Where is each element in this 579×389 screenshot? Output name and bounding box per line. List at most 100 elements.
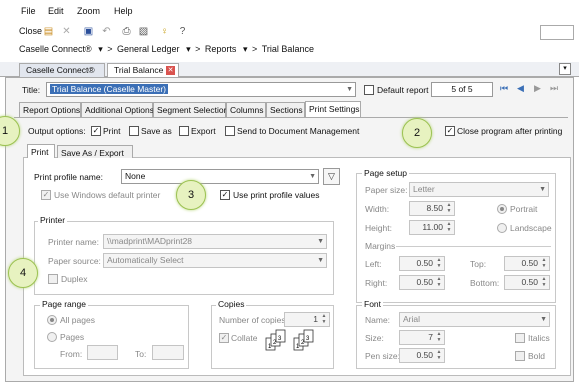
collate-checkbox[interactable]: ✓ xyxy=(219,333,229,343)
menu-zoom[interactable]: Zoom xyxy=(77,6,100,16)
chevron-down-icon: ▼ xyxy=(317,238,324,245)
doc-tab-label: Trial Balance xyxy=(114,65,164,75)
duplex-checkbox[interactable] xyxy=(48,274,58,284)
print-profile-dropdown[interactable]: None ▼ xyxy=(121,169,319,184)
paper-source-dropdown[interactable]: Automatically Select ▼ xyxy=(103,253,327,268)
save-icon[interactable]: ▣ xyxy=(82,25,95,38)
last-record-icon[interactable]: ⏭ xyxy=(550,83,558,94)
menu-bar: File Edit Zoom Help xyxy=(0,6,579,20)
close-tab-icon[interactable]: ✕ xyxy=(166,66,175,75)
font-size-label: Size: xyxy=(365,333,384,343)
tab-report-options[interactable]: Report Options xyxy=(19,102,81,117)
output-options-label: Output options: xyxy=(28,126,86,136)
toolbar-field[interactable] xyxy=(540,25,574,40)
breadcrumb-item-caselle[interactable]: Caselle Connect® xyxy=(19,44,92,54)
spinner-icon[interactable]: ▲ ▼ xyxy=(320,313,328,326)
record-pager: 5 of 5 xyxy=(431,82,493,97)
breadcrumb-item-reports[interactable]: Reports xyxy=(205,44,237,54)
undo-icon[interactable]: ↶ xyxy=(100,25,113,38)
width-input[interactable]: 8.50 ▲ ▼ xyxy=(409,201,455,216)
delete-icon[interactable]: ✕ xyxy=(60,25,73,38)
print-icon[interactable]: ⎙ xyxy=(120,25,133,38)
first-record-icon[interactable]: ⏮ xyxy=(500,83,508,94)
spinner-icon[interactable]: ▲ ▼ xyxy=(540,257,548,270)
tab-print-settings[interactable]: Print Settings xyxy=(305,101,361,117)
pages-label: Pages xyxy=(60,332,85,342)
print-preview-icon[interactable]: ▧ xyxy=(137,25,150,38)
spinner-icon[interactable]: ▲ ▼ xyxy=(540,276,548,289)
height-input[interactable]: 11.00 ▲ ▼ xyxy=(409,220,455,235)
export-label: Export xyxy=(191,126,216,136)
paper-size-dropdown[interactable]: Letter ▼ xyxy=(409,182,549,197)
menu-help[interactable]: Help xyxy=(114,6,133,16)
tab-label: Additional Options xyxy=(85,105,154,115)
left-margin-input[interactable]: 0.50 ▲ ▼ xyxy=(399,256,445,271)
top-margin-label: Top: xyxy=(470,259,487,269)
tab-columns[interactable]: Columns xyxy=(226,102,266,117)
default-report-checkbox[interactable] xyxy=(364,85,374,95)
paper-source-value: Automatically Select xyxy=(107,255,184,265)
landscape-radio[interactable] xyxy=(497,223,507,233)
spinner-icon[interactable]: ▲ ▼ xyxy=(445,202,453,215)
breadcrumb-item-general-ledger[interactable]: General Ledger xyxy=(117,44,180,54)
hint-icon[interactable]: ♀ xyxy=(158,25,171,38)
chevron-down-icon[interactable]: ▾ xyxy=(559,63,571,75)
save-as-checkbox[interactable] xyxy=(129,126,139,136)
tab-label: Segment Selection xyxy=(157,105,229,115)
close-program-label: Close program after printing xyxy=(457,126,563,136)
chevron-down-icon[interactable]: ▾ xyxy=(186,44,191,54)
bottom-margin-value: 0.50 xyxy=(521,277,538,287)
width-value: 8.50 xyxy=(426,203,443,213)
export-checkbox[interactable] xyxy=(179,126,189,136)
paper-source-label: Paper source: xyxy=(48,256,101,266)
printer-name-label: Printer name: xyxy=(48,237,100,247)
context-help-icon[interactable]: ? xyxy=(176,25,189,38)
all-pages-label: All pages xyxy=(60,315,95,325)
number-of-copies-input[interactable]: 1 ▲ ▼ xyxy=(284,312,330,327)
portrait-radio[interactable] xyxy=(497,204,507,214)
doc-tab-trial-balance[interactable]: Trial Balance ✕ xyxy=(107,63,179,77)
print-checkbox[interactable]: ✓ xyxy=(91,126,101,136)
bottom-margin-input[interactable]: 0.50 ▲ ▼ xyxy=(504,275,550,290)
chevron-down-icon[interactable]: ▾ xyxy=(98,44,103,54)
to-input[interactable] xyxy=(152,345,184,360)
doc-tab-caselle-connect[interactable]: Caselle Connect® xyxy=(19,63,105,77)
spinner-icon[interactable]: ▲ ▼ xyxy=(435,349,443,362)
bold-checkbox[interactable] xyxy=(515,351,525,361)
top-margin-input[interactable]: 0.50 ▲ ▼ xyxy=(504,256,550,271)
new-document-icon[interactable]: ▤ xyxy=(42,25,55,38)
left-margin-label: Left: xyxy=(365,259,382,269)
chevron-down-icon[interactable]: ▾ xyxy=(243,44,248,54)
spinner-icon[interactable]: ▲ ▼ xyxy=(435,257,443,270)
italics-checkbox[interactable] xyxy=(515,333,525,343)
copies-title: Copies xyxy=(216,299,247,309)
pen-size-input[interactable]: 0.50 ▲ ▼ xyxy=(399,348,445,363)
spinner-icon[interactable]: ▲ ▼ xyxy=(445,221,453,234)
tab-sections[interactable]: Sections xyxy=(266,102,305,117)
breadcrumb-separator: > xyxy=(251,44,258,54)
breadcrumb-item-trial-balance[interactable]: Trial Balance xyxy=(262,44,314,54)
send-to-doc-mgmt-checkbox[interactable] xyxy=(225,126,235,136)
tab-additional-options[interactable]: Additional Options xyxy=(81,102,154,117)
title-dropdown[interactable]: Trial Balance (Caselle Master) ▼ xyxy=(46,82,356,97)
right-margin-input[interactable]: 0.50 ▲ ▼ xyxy=(399,275,445,290)
use-print-profile-values-checkbox[interactable]: ✓ xyxy=(220,190,230,200)
printer-name-dropdown[interactable]: \\madprint\MADprint28 ▼ xyxy=(103,234,327,249)
pages-radio[interactable] xyxy=(47,332,57,342)
font-size-input[interactable]: 7 ▲ ▼ xyxy=(399,330,445,345)
previous-record-icon[interactable]: ◀ xyxy=(517,83,524,94)
all-pages-radio[interactable] xyxy=(47,315,57,325)
print-subpanel: Print profile name: None ▼ ▽ ✓ Use Windo… xyxy=(23,158,571,376)
filter-icon[interactable]: ▽ xyxy=(323,168,340,185)
close-program-checkbox[interactable]: ✓ xyxy=(445,126,455,136)
close-button[interactable]: Close xyxy=(19,26,42,36)
spinner-icon[interactable]: ▲ ▼ xyxy=(435,276,443,289)
tab-segment-selection[interactable]: Segment Selection xyxy=(153,102,229,117)
menu-edit[interactable]: Edit xyxy=(48,6,64,16)
from-input[interactable] xyxy=(87,345,118,360)
font-name-dropdown[interactable]: Arial ▼ xyxy=(399,312,550,327)
use-windows-default-checkbox[interactable]: ✓ xyxy=(41,190,51,200)
next-record-icon[interactable]: ▶ xyxy=(534,83,541,94)
menu-file[interactable]: File xyxy=(21,6,36,16)
spinner-icon[interactable]: ▲ ▼ xyxy=(435,331,443,344)
